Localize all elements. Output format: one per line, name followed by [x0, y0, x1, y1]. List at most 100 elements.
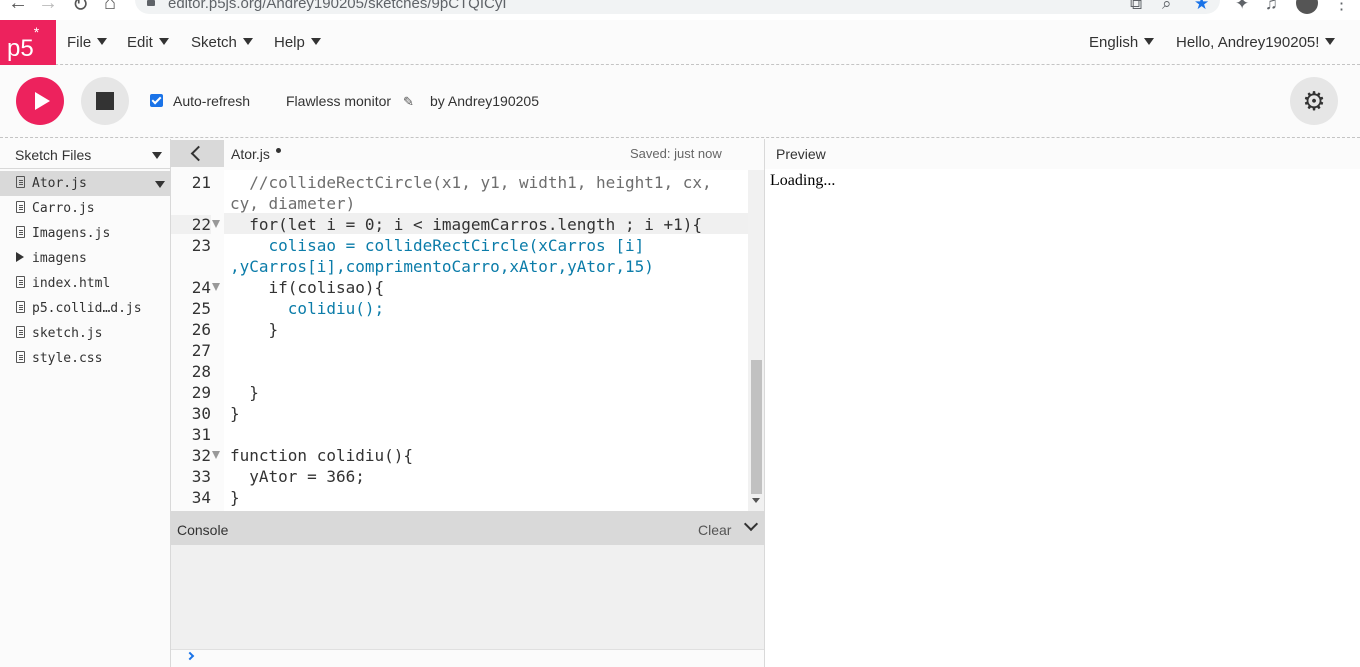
p5-logo[interactable]: p5* — [0, 20, 56, 65]
code-line: function colidiu(){ — [230, 446, 414, 465]
chevron-right-icon — [185, 651, 195, 661]
menu-file[interactable]: File — [67, 34, 108, 51]
language-menu[interactable]: English — [1089, 34, 1155, 51]
chevron-down-icon — [158, 38, 169, 45]
file-item-carro[interactable]: Carro.js — [0, 196, 171, 221]
unsaved-indicator — [276, 148, 281, 153]
sketch-author: by Andrey190205 — [430, 93, 539, 109]
chevron-down-icon — [242, 38, 253, 45]
pencil-icon[interactable]: ✎ — [403, 94, 414, 110]
translate-icon[interactable]: ⧉ — [1130, 0, 1142, 14]
editor-scrollbar[interactable] — [748, 170, 764, 511]
chevron-down-icon[interactable] — [743, 516, 759, 532]
forward-icon[interactable]: → — [38, 0, 58, 15]
code-line: //collideRectCircle(x1, y1, width1, heig… — [230, 173, 712, 192]
fold-arrow-icon[interactable] — [212, 283, 220, 291]
play-button[interactable] — [16, 77, 64, 125]
browser-menu-icon[interactable]: ⋮ — [1333, 0, 1350, 14]
line-number: 24 — [191, 278, 211, 297]
scrollbar-thumb[interactable] — [751, 360, 762, 494]
file-icon — [16, 201, 25, 213]
back-icon[interactable]: ← — [8, 0, 28, 15]
line-number: 22 — [171, 215, 211, 234]
chevron-down-icon[interactable] — [155, 181, 165, 188]
menu-sketch[interactable]: Sketch — [191, 34, 253, 51]
code-editor[interactable]: 21 22 23 24 25 26 27 28 29 30 31 32 33 3… — [171, 170, 764, 511]
collapse-sidebar-button[interactable] — [171, 140, 224, 167]
extensions-icon[interactable]: ✦ — [1235, 0, 1249, 14]
user-menu[interactable]: Hello, Andrey190205! — [1176, 34, 1336, 51]
file-item-index-html[interactable]: index.html — [0, 271, 171, 296]
sidebar-header: Sketch Files — [0, 139, 171, 169]
file-icon — [16, 351, 25, 363]
file-icon — [16, 301, 25, 313]
preview-title: Preview — [776, 146, 826, 162]
menu-bar: p5* File Edit Sketch Help English Hello,… — [0, 20, 1360, 65]
zoom-icon[interactable]: ⌕ — [1162, 0, 1172, 14]
line-number: 34 — [191, 488, 211, 507]
line-number: 21 — [191, 173, 211, 192]
line-number: 31 — [191, 425, 211, 444]
console-header: Console Clear — [171, 511, 764, 545]
chevron-down-icon — [1144, 38, 1155, 45]
stop-button[interactable] — [81, 77, 129, 125]
play-icon — [35, 92, 50, 110]
browser-chrome: ← → ↻ ⌂ editor.p5js.org/Andrey190205/ske… — [0, 0, 1360, 20]
file-item-sketch[interactable]: sketch.js — [0, 321, 171, 346]
file-icon — [16, 226, 25, 238]
console-input[interactable] — [171, 649, 764, 667]
editor-header: Ator.js Saved: just now — [171, 139, 764, 170]
code-line: } — [230, 488, 240, 507]
menu-edit[interactable]: Edit — [127, 34, 169, 51]
line-number: 29 — [191, 383, 211, 402]
reload-icon[interactable]: ↻ — [72, 0, 89, 17]
console-title: Console — [177, 522, 229, 538]
code-line: cy, diameter) — [230, 194, 356, 213]
console-output — [171, 545, 764, 649]
menu-help[interactable]: Help — [274, 34, 321, 51]
file-icon — [16, 276, 25, 288]
scroll-down-arrow-icon[interactable] — [752, 498, 760, 503]
chevron-down-icon — [1325, 38, 1336, 45]
media-icon[interactable]: ♫ — [1265, 0, 1278, 14]
code-line: if(colisao){ — [230, 278, 385, 297]
bookmark-star-icon[interactable]: ★ — [1194, 0, 1209, 14]
console-clear-button[interactable]: Clear — [698, 522, 731, 538]
file-item-ator[interactable]: Ator.js — [0, 171, 171, 196]
home-icon[interactable]: ⌂ — [104, 0, 116, 15]
file-item-style[interactable]: style.css — [0, 346, 171, 371]
fold-arrow-icon[interactable] — [212, 451, 220, 459]
line-number: 25 — [191, 299, 211, 318]
line-number: 33 — [191, 467, 211, 486]
code-line: colidiu(); — [230, 299, 385, 318]
file-item-p5-collide[interactable]: p5.collid…d.js — [0, 296, 171, 321]
lock-icon — [147, 0, 155, 6]
file-icon — [16, 326, 25, 338]
sketch-name[interactable]: Flawless monitor — [286, 93, 391, 109]
line-number: 30 — [191, 404, 211, 423]
line-number: 23 — [191, 236, 211, 255]
code-line: yAtor = 366; — [230, 467, 365, 486]
code-line: ,yCarros[i],comprimentoCarro,xAtor,yAtor… — [230, 257, 654, 276]
sketch-files-sidebar: Sketch Files Ator.js Carro.js Imagens.js… — [0, 139, 171, 667]
folder-item-imagens[interactable]: imagens — [0, 246, 171, 271]
fold-arrow-icon[interactable] — [212, 220, 220, 228]
line-number: 32 — [191, 446, 211, 465]
editor-file-name: Ator.js — [231, 146, 270, 162]
url-text: editor.p5js.org/Andrey190205/sketches/9p… — [168, 0, 507, 12]
settings-button[interactable]: ⚙ — [1290, 77, 1338, 125]
code-line: } — [230, 320, 279, 339]
chevron-down-icon[interactable] — [152, 152, 162, 159]
chevron-left-icon — [190, 145, 207, 162]
code-line: } — [230, 383, 259, 402]
toolbar: Auto-refresh Flawless monitor ✎ by Andre… — [0, 66, 1360, 138]
preview-loading-text: Loading... — [770, 172, 836, 189]
autorefresh-checkbox[interactable] — [150, 94, 163, 107]
address-bar[interactable]: editor.p5js.org/Andrey190205/sketches/9p… — [135, 0, 1220, 14]
file-item-imagens-js[interactable]: Imagens.js — [0, 221, 171, 246]
code-line: } — [230, 404, 240, 423]
profile-avatar[interactable] — [1296, 0, 1318, 14]
line-number: 26 — [191, 320, 211, 339]
chevron-down-icon — [97, 38, 108, 45]
gear-icon: ⚙ — [1302, 86, 1326, 116]
